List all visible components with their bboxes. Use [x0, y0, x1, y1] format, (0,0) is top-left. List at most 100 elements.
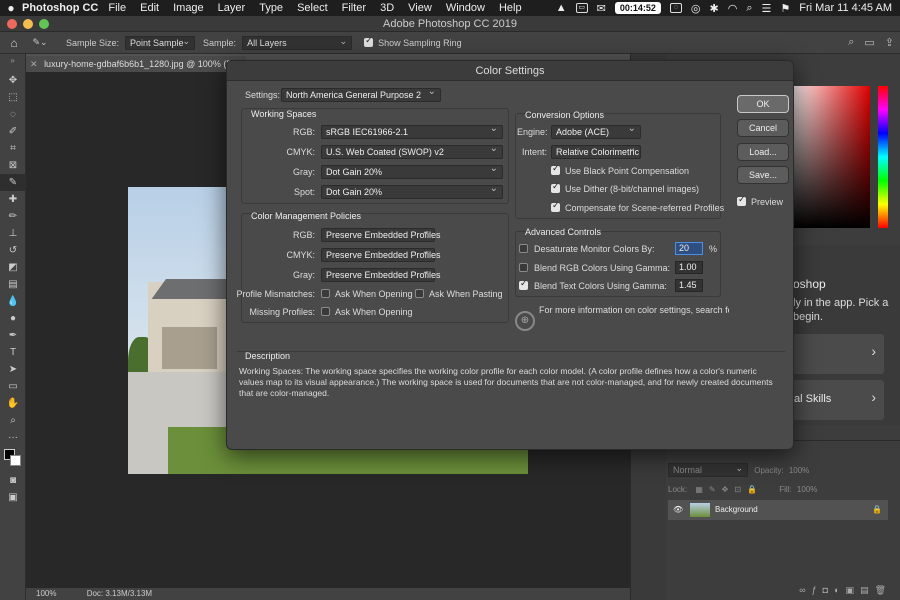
- screen-mode-icon[interactable]: ▣: [0, 489, 26, 506]
- mail-icon[interactable]: ✉: [597, 2, 606, 15]
- opacity-value[interactable]: 100%: [789, 466, 809, 475]
- more-tools-icon[interactable]: ···: [0, 429, 26, 446]
- load-button[interactable]: Load...: [737, 143, 789, 161]
- path-selection-tool-icon[interactable]: ➤: [0, 361, 26, 378]
- eraser-tool-icon[interactable]: ◩: [0, 259, 26, 276]
- fill-value[interactable]: 100%: [797, 485, 817, 494]
- menu-type[interactable]: Type: [259, 2, 283, 14]
- gradient-tool-icon[interactable]: ▤: [0, 276, 26, 293]
- ws-spot-select[interactable]: Dot Gain 20%: [321, 183, 503, 199]
- healing-brush-tool-icon[interactable]: ✚: [0, 191, 26, 208]
- show-sampling-ring-checkbox[interactable]: [364, 35, 374, 47]
- ok-button[interactable]: OK: [737, 95, 789, 113]
- intent-select[interactable]: Relative Colorimetric: [551, 143, 641, 159]
- clock-text[interactable]: Fri Mar 11 4:45 AM: [799, 2, 892, 14]
- flag-icon[interactable]: ⚑: [780, 2, 790, 15]
- color-picker-field[interactable]: [790, 86, 870, 228]
- bluetooth-icon[interactable]: ✱: [710, 2, 719, 15]
- menu-layer[interactable]: Layer: [218, 2, 246, 14]
- box-icon[interactable]: ▭: [575, 3, 588, 13]
- learn-card-1[interactable]: ›: [790, 334, 884, 374]
- move-tool-icon[interactable]: ✥: [0, 72, 26, 89]
- scene-referred-checkbox[interactable]: [551, 200, 560, 212]
- lasso-tool-icon[interactable]: ◌: [0, 106, 26, 123]
- blend-mode-select[interactable]: Normal: [668, 462, 748, 477]
- blur-tool-icon[interactable]: 💧: [0, 293, 26, 310]
- learn-card-skills[interactable]: al Skills ›: [790, 380, 884, 420]
- frame-tool-icon[interactable]: ⊠: [0, 157, 26, 174]
- policy-gray-select[interactable]: Preserve Embedded Profiles: [321, 266, 441, 282]
- marquee-tool-icon[interactable]: ⬚: [0, 89, 26, 106]
- lock-icon[interactable]: 🔒: [872, 500, 882, 520]
- background-color-swatch[interactable]: [10, 455, 21, 466]
- brush-tool-icon[interactable]: ✏: [0, 208, 26, 225]
- search-icon[interactable]: ⌕: [746, 2, 752, 15]
- cancel-button[interactable]: Cancel: [737, 119, 789, 137]
- creative-cloud-icon[interactable]: ◎: [691, 2, 701, 15]
- menu-image[interactable]: Image: [173, 2, 204, 14]
- eye-icon[interactable]: 👁: [673, 500, 683, 520]
- tools-collapse-icon[interactable]: »: [0, 54, 25, 72]
- color-swatches[interactable]: [0, 446, 25, 472]
- missing-ask-opening-checkbox[interactable]: [321, 307, 330, 316]
- sample-select[interactable]: All Layers: [242, 35, 353, 50]
- wifi-icon[interactable]: ◠: [728, 2, 738, 15]
- black-point-compensation-checkbox[interactable]: [551, 163, 560, 175]
- quick-selection-tool-icon[interactable]: ✐: [0, 123, 26, 140]
- mismatch-ask-pasting-checkbox[interactable]: [415, 289, 424, 298]
- blend-rgb-input[interactable]: 1.00: [675, 261, 703, 274]
- layer-row-background[interactable]: 👁 Background 🔒: [668, 500, 888, 520]
- quick-mask-icon[interactable]: ◙: [0, 472, 26, 489]
- menu-help[interactable]: Help: [499, 2, 522, 14]
- document-tab[interactable]: ✕ luxury-home-gdbaf6b6b1_1280.jpg @ 100%…: [26, 56, 246, 72]
- desaturate-input[interactable]: 20: [675, 242, 703, 255]
- settings-select[interactable]: North America General Purpose 2: [281, 86, 441, 102]
- search-icon[interactable]: ⌕: [848, 36, 854, 49]
- sample-size-select[interactable]: Point Sample: [125, 35, 196, 50]
- share-icon[interactable]: ⇪: [885, 36, 894, 49]
- rectangle-tool-icon[interactable]: ▭: [0, 378, 26, 395]
- lock-icons[interactable]: ▦✎✥⊡🔒: [695, 485, 763, 494]
- ws-gray-select[interactable]: Dot Gain 20%: [321, 163, 503, 179]
- eyedropper-tool-preset[interactable]: ✎⌄: [28, 37, 52, 48]
- ws-cmyk-select[interactable]: U.S. Web Coated (SWOP) v2: [321, 143, 503, 159]
- dodge-tool-icon[interactable]: ●: [0, 310, 26, 327]
- desaturate-checkbox[interactable]: [519, 244, 528, 253]
- clone-stamp-tool-icon[interactable]: ⊥: [0, 225, 26, 242]
- policy-rgb-select[interactable]: Preserve Embedded Profiles: [321, 226, 441, 242]
- menu-window[interactable]: Window: [446, 2, 485, 14]
- workspace-icon[interactable]: ▭: [864, 36, 874, 49]
- control-center-icon[interactable]: ☰: [762, 2, 772, 15]
- menu-3d[interactable]: 3D: [380, 2, 394, 14]
- cloud-icon[interactable]: ◌: [669, 3, 682, 13]
- timer-badge[interactable]: 00:14:52: [614, 2, 661, 14]
- policy-cmyk-select[interactable]: Preserve Embedded Profiles: [321, 246, 441, 262]
- mismatch-ask-opening-checkbox[interactable]: [321, 289, 330, 298]
- hand-tool-icon[interactable]: ✋: [0, 395, 26, 412]
- menu-file[interactable]: File: [108, 2, 126, 14]
- use-dither-checkbox[interactable]: [551, 181, 560, 193]
- menu-select[interactable]: Select: [297, 2, 328, 14]
- pen-tool-icon[interactable]: ✒: [0, 327, 26, 344]
- close-window-button[interactable]: [7, 19, 17, 29]
- vlc-icon[interactable]: ▲: [556, 2, 567, 14]
- ws-rgb-select[interactable]: sRGB IEC61966-2.1: [321, 123, 503, 139]
- blend-text-input[interactable]: 1.45: [675, 279, 703, 292]
- save-button[interactable]: Save...: [737, 166, 789, 184]
- menu-filter[interactable]: Filter: [342, 2, 366, 14]
- engine-select[interactable]: Adobe (ACE): [551, 123, 641, 139]
- menu-edit[interactable]: Edit: [140, 2, 159, 14]
- preview-checkbox[interactable]: [737, 194, 746, 206]
- menu-view[interactable]: View: [408, 2, 432, 14]
- eyedropper-tool-icon[interactable]: ✎: [0, 174, 26, 191]
- blend-rgb-checkbox[interactable]: [519, 263, 528, 272]
- crop-tool-icon[interactable]: ⌗: [0, 140, 26, 157]
- minimize-window-button[interactable]: [23, 19, 33, 29]
- zoom-tool-icon[interactable]: ⌕: [0, 412, 26, 429]
- zoom-window-button[interactable]: [39, 19, 49, 29]
- zoom-level[interactable]: 100%: [36, 589, 56, 598]
- type-tool-icon[interactable]: T: [0, 344, 26, 361]
- hue-slider[interactable]: [878, 86, 888, 228]
- document-size[interactable]: Doc: 3.13M/3.13M: [87, 589, 152, 598]
- history-brush-tool-icon[interactable]: ↺: [0, 242, 26, 259]
